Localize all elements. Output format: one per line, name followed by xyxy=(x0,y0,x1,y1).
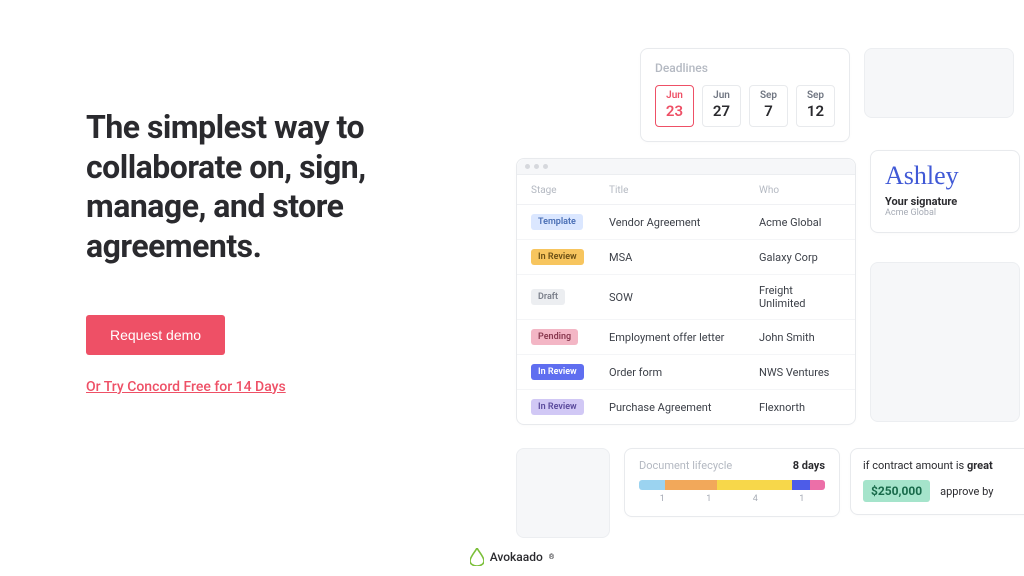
lifecycle-title: Document lifecycle xyxy=(639,459,732,472)
doc-who: Acme Global xyxy=(759,216,841,229)
lifecycle-days: 8 days xyxy=(793,459,825,472)
stage-tag: Template xyxy=(531,214,583,230)
stage-tag: Draft xyxy=(531,289,565,305)
doc-who: Flexnorth xyxy=(759,401,841,414)
lifecycle-stage-count: 1 xyxy=(799,494,804,504)
deadlines-title: Deadlines xyxy=(655,61,835,75)
deadline-date[interactable]: Sep7 xyxy=(749,85,788,127)
lifecycle-stage-count: 1 xyxy=(660,494,665,504)
hero-collage: Deadlines Jun23Jun27Sep7Sep12 Stage Titl… xyxy=(490,38,1024,528)
table-row[interactable]: In Review MSAGalaxy Corp xyxy=(517,240,855,275)
deadline-date[interactable]: Jun27 xyxy=(702,85,741,127)
lifecycle-stage-count: 4 xyxy=(753,494,758,504)
table-header: Stage Title Who xyxy=(517,175,855,205)
doc-title: Purchase Agreement xyxy=(609,401,759,414)
doc-who: John Smith xyxy=(759,331,841,344)
signature-card: Ashley Your signature Acme Global xyxy=(870,150,1020,233)
trial-link[interactable]: Or Try Concord Free for 14 Days xyxy=(86,379,286,395)
table-row[interactable]: Pending Employment offer letterJohn Smith xyxy=(517,320,855,355)
placeholder-card xyxy=(870,262,1020,422)
table-row[interactable]: In Review Order formNWS Ventures xyxy=(517,355,855,390)
rule-approve-text: approve by xyxy=(940,485,993,498)
rule-amount: $250,000 xyxy=(863,480,930,502)
table-row[interactable]: Draft SOWFreight Unlimited xyxy=(517,275,855,320)
rule-condition: if contract amount is great xyxy=(863,459,1019,472)
deadlines-card: Deadlines Jun23Jun27Sep7Sep12 xyxy=(640,48,850,142)
table-row[interactable]: In Review Purchase AgreementFlexnorth xyxy=(517,390,855,424)
lifecycle-bar xyxy=(639,480,825,490)
doc-title: MSA xyxy=(609,251,759,264)
doc-title: Order form xyxy=(609,366,759,379)
doc-who: NWS Ventures xyxy=(759,366,841,379)
col-stage: Stage xyxy=(531,185,609,196)
col-who: Who xyxy=(759,185,841,196)
lifecycle-stage-count: 1 xyxy=(706,494,711,504)
doc-title: Vendor Agreement xyxy=(609,216,759,229)
table-row[interactable]: Template Vendor AgreementAcme Global xyxy=(517,205,855,240)
signature-company: Acme Global xyxy=(885,208,1005,218)
col-title: Title xyxy=(609,185,759,196)
window-titlebar xyxy=(517,159,855,175)
placeholder-card xyxy=(864,48,1014,118)
deadline-date[interactable]: Jun23 xyxy=(655,85,694,127)
doc-title: SOW xyxy=(609,291,759,304)
doc-title: Employment offer letter xyxy=(609,331,759,344)
stage-tag: Pending xyxy=(531,329,578,345)
signature-script: Ashley xyxy=(885,163,1005,189)
doc-who: Galaxy Corp xyxy=(759,251,841,264)
stage-tag: In Review xyxy=(531,399,584,415)
stage-tag: In Review xyxy=(531,249,584,265)
documents-window: Stage Title Who Template Vendor Agreement… xyxy=(516,158,856,425)
footer-logo: Avokaado® xyxy=(0,538,1024,576)
avokaado-icon xyxy=(470,548,484,566)
signature-label: Your signature xyxy=(885,195,1005,208)
placeholder-card xyxy=(516,448,610,538)
rule-card: if contract amount is great $250,000 app… xyxy=(850,448,1024,515)
stage-tag: In Review xyxy=(531,364,584,380)
headline: The simplest way to collaborate on, sign… xyxy=(86,108,446,267)
deadline-date[interactable]: Sep12 xyxy=(796,85,835,127)
doc-who: Freight Unlimited xyxy=(759,284,841,310)
lifecycle-card: Document lifecycle 8 days 1 1 4 1 xyxy=(624,448,840,517)
request-demo-button[interactable]: Request demo xyxy=(86,315,225,355)
